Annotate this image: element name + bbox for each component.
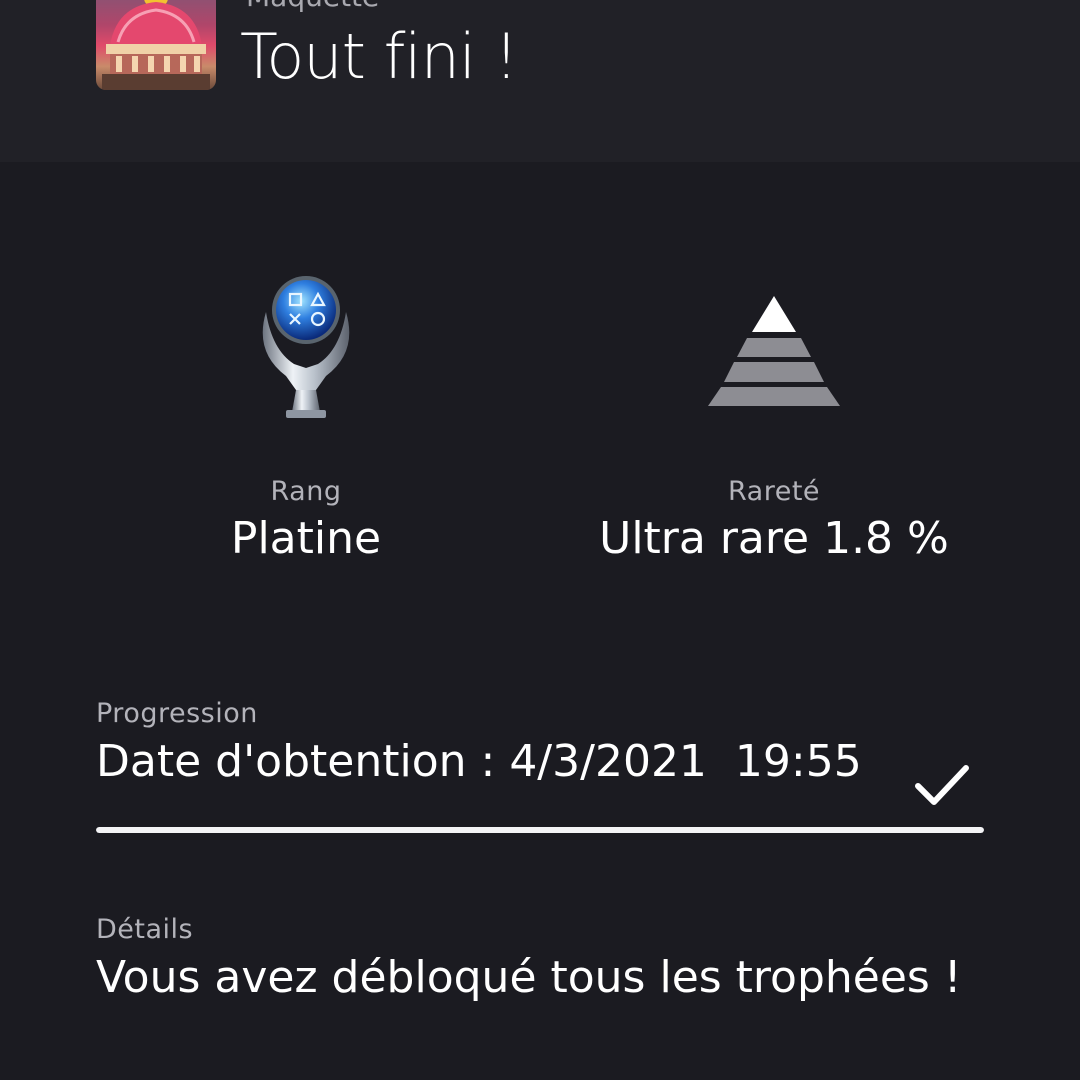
game-thumbnail <box>96 0 216 90</box>
ultra-rare-pyramid-icon <box>706 296 842 408</box>
progress-label: Progression <box>96 698 258 729</box>
progress-bar <box>96 827 984 833</box>
platinum-trophy-icon <box>252 272 360 422</box>
trophy-title: Tout fini ! <box>240 20 519 93</box>
game-thumbnail-art <box>102 0 210 90</box>
grade-label: Rang <box>270 476 342 507</box>
details-text: Vous avez débloqué tous les trophées ! <box>96 952 962 1003</box>
details-label: Détails <box>96 914 194 945</box>
grade-value: Platine <box>230 513 382 564</box>
game-name: Maquette <box>246 0 379 13</box>
grade-stat: Rang Platine <box>156 476 456 564</box>
rarity-label: Rareté <box>727 476 821 507</box>
rarity-value: Ultra rare 1.8 % <box>599 513 949 564</box>
trophy-header: Maquette Tout fini ! <box>0 0 1080 162</box>
earned-date: Date d'obtention : 4/3/2021 19:55 <box>96 736 862 787</box>
progress-bar-fill <box>96 827 984 833</box>
rarity-stat: Rareté Ultra rare 1.8 % <box>574 476 974 564</box>
checkmark-icon <box>912 760 972 810</box>
